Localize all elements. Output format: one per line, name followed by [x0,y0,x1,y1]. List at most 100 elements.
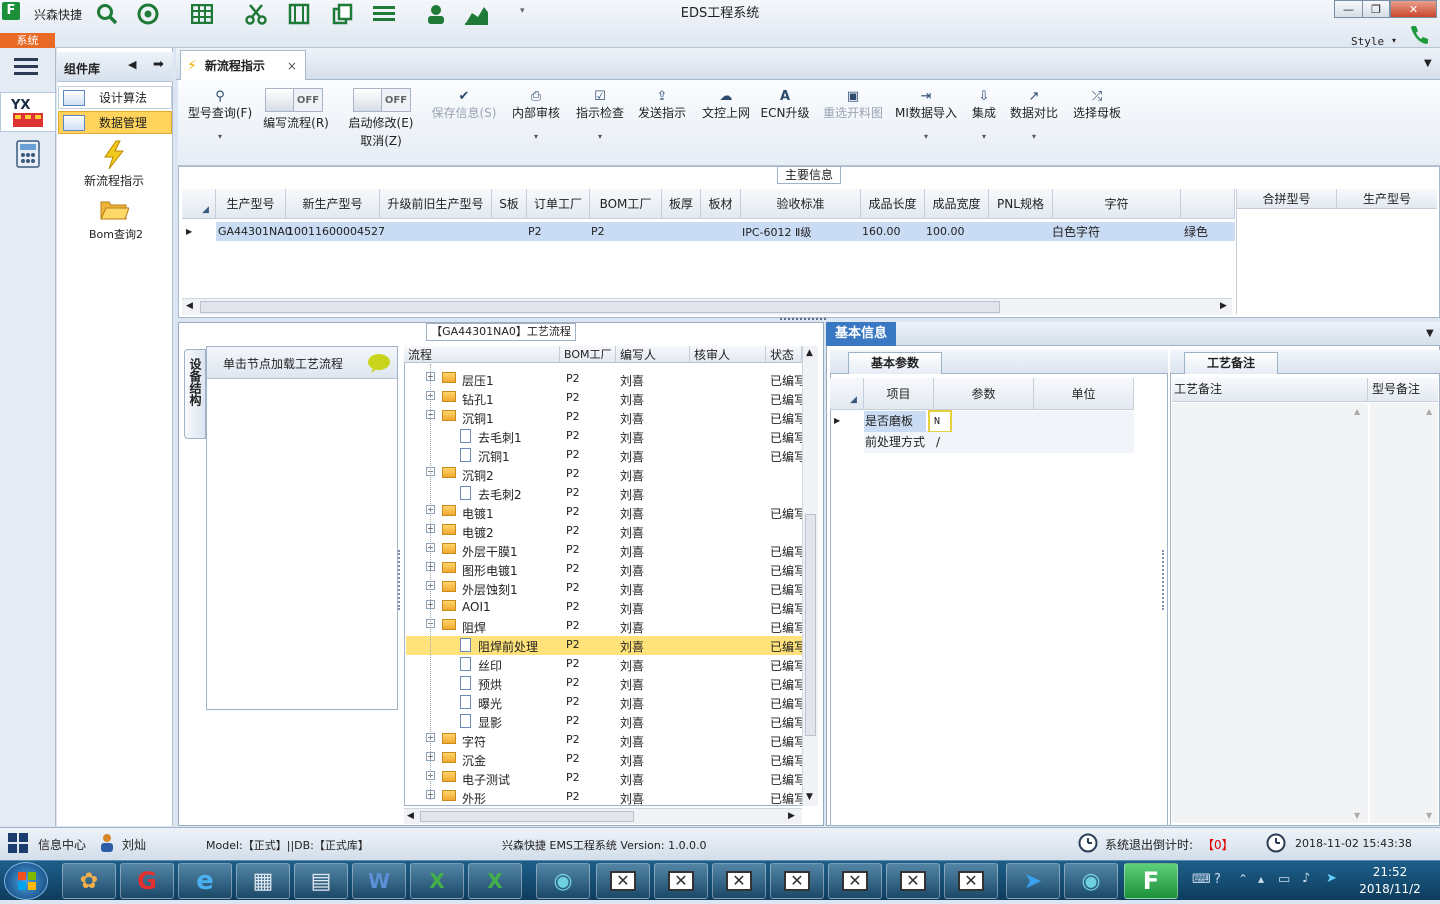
volume-tray-icon[interactable]: ♪ [1302,871,1310,886]
scroll-down-icon[interactable]: ▼ [1426,811,1432,820]
cell-unit[interactable] [1034,432,1134,453]
scroll-left-icon[interactable]: ◀ [186,301,193,311]
taskbar-x-window-icon[interactable]: ✕ [596,863,650,899]
col-new-model[interactable]: 新生产型号 [286,189,380,219]
reselect-cut-map-button[interactable]: ▣ 重选开料图 [818,80,888,166]
taskbar-x-window-icon[interactable]: ✕ [828,863,882,899]
menu-icon[interactable] [14,58,38,76]
taskbar-x-window-icon[interactable]: ✕ [654,863,708,899]
pin-icon[interactable]: ➡ [153,57,164,72]
save-info-button[interactable]: ✔ 保存信息(S) [428,80,500,166]
tray-expand-icon[interactable]: ⌃ [1238,872,1248,886]
col-order-factory[interactable]: 订单工厂 [527,189,590,219]
taskbar-app-red-icon[interactable]: G [120,863,174,899]
scroll-right-icon[interactable]: ▶ [1220,301,1227,311]
component-item-data-management[interactable]: 数据管理 [58,111,172,134]
scroll-right-icon[interactable]: ▶ [788,811,795,821]
taskbar-ie-icon[interactable]: e [178,863,232,899]
col-pnl[interactable]: PNL规格 [989,189,1053,219]
tree-row[interactable]: 丝印 P2 刘喜 已编写 [406,655,802,674]
ecn-upgrade-button[interactable]: A ECN升级 [760,80,810,166]
cell-unit[interactable] [1034,411,1134,432]
tool-new-flow[interactable]: 新流程指示 [84,172,144,189]
col-model-note[interactable]: 型号备注 [1368,378,1438,402]
lightning-icon[interactable] [100,140,128,170]
col-standard[interactable]: 验收标准 [741,189,861,219]
dropdown-arrow-icon[interactable]: ▾ [184,130,256,144]
dropdown-arrow-icon[interactable]: ▾ [508,130,564,144]
taskbar-excel-icon[interactable]: X [468,863,522,899]
tree-row[interactable]: 沉铜1 P2 刘喜 已编写 [406,446,802,465]
tab-list-dropdown-icon[interactable]: ▼ [1424,58,1432,69]
keyboard-tray-icon[interactable]: ⌨ [1192,872,1211,887]
tree-row[interactable]: + 电镀1 P2 刘喜 已编写 [406,503,802,522]
cell-param-rest[interactable] [952,411,1034,432]
tree-row[interactable]: − 沉铜1 P2 刘喜 已编写 [406,408,802,427]
col-craft-note[interactable]: 工艺备注 [1172,378,1368,402]
tree-horizontal-scrollbar[interactable]: ◀ ▶ [404,808,802,824]
col-reviewer[interactable]: 核审人 [690,346,766,363]
taskbar-x-window-icon[interactable]: ✕ [770,863,824,899]
tree-row[interactable]: + 外层蚀刻1 P2 刘喜 已编写 [406,579,802,598]
component-item-design[interactable]: 设计算法 [58,86,172,109]
scroll-up-icon[interactable]: ▲ [1354,407,1360,416]
minimize-button[interactable]: — [1334,0,1363,18]
calculator-icon[interactable] [14,140,42,170]
main-horizontal-scrollbar[interactable]: ◀ ▶ [182,298,1232,315]
splitter-handle[interactable] [1162,550,1168,610]
table-row[interactable]: GA44301NA0 10011600004527 P2 P2 IPC-6012… [216,222,1235,241]
cell-param-input[interactable]: N [928,410,952,433]
col-param[interactable]: 参数 [934,378,1034,410]
tree-vertical-scrollbar[interactable]: ▲ ▼ [802,346,818,806]
instruction-check-button[interactable]: ☑ 指示检查 ▾ [572,80,628,166]
col-status[interactable]: 状态 [766,346,802,363]
tree-row[interactable]: + 外形 P2 刘喜 已编写 [406,788,802,807]
dropdown-arrow-icon[interactable]: ▾ [1008,130,1060,144]
cell-param[interactable]: / [934,432,1034,453]
scroll-down-icon[interactable]: ▼ [806,792,813,802]
doc-upload-button[interactable]: ☁ 文控上网 [696,80,756,166]
taskbar-excel-icon[interactable]: X [410,863,464,899]
tree-row[interactable]: + 层压1 P2 刘喜 已编写 [406,370,802,389]
tab-new-flow-instruction[interactable]: ⚡ 新流程指示 × [180,50,306,80]
taskbar-chat-icon[interactable]: ➤ [1006,863,1060,899]
model-query-button[interactable]: ⚲ 型号查询(F) ▾ [184,80,256,166]
panel-dropdown-icon[interactable]: ▼ [1426,328,1434,339]
cancel-button[interactable]: 取消(Z) [342,132,420,152]
messenger-tray-icon[interactable]: ➤ [1326,871,1337,886]
scroll-thumb[interactable] [805,514,816,736]
taskbar-eds-app-icon[interactable]: F [1124,863,1178,899]
dropdown-arrow-icon[interactable]: ▾ [892,130,960,144]
tab-basic-params[interactable]: 基本参数 [848,352,942,374]
col-bom-factory[interactable]: BOM工厂 [590,189,662,219]
col-item[interactable]: 项目 [864,378,934,410]
tree-row[interactable]: + AOI1 P2 刘喜 已编写 [406,598,802,617]
mi-import-button[interactable]: ⇥ MI数据导入 ▾ [892,80,960,166]
tab-close-icon[interactable]: × [287,59,297,73]
data-compare-button[interactable]: ↗ 数据对比 ▾ [1008,80,1060,166]
scroll-down-icon[interactable]: ▼ [1354,811,1360,820]
select-mother-board-button[interactable]: ⤮ 选择母板 [1070,80,1124,166]
tree-row[interactable]: − 阻焊 P2 刘喜 已编写 [406,617,802,636]
tree-row[interactable]: 去毛刺2 P2 刘喜 [406,484,802,503]
tree-row[interactable]: 显影 P2 刘喜 已编写 [406,712,802,731]
write-flow-toggle[interactable]: OFF [265,88,323,112]
windows-grid-icon[interactable] [8,833,28,853]
col-length[interactable]: 成品长度 [861,189,925,219]
col-thickness[interactable]: 板厚 [662,189,701,219]
tree-row[interactable]: + 外层干膜1 P2 刘喜 已编写 [406,541,802,560]
tree-row[interactable]: + 电子测试 P2 刘喜 已编写 [406,769,802,788]
table-row[interactable]: 前处理方式 / [864,432,1134,453]
basic-info-title[interactable]: 基本信息 [826,322,896,346]
tree-row[interactable]: − 沉铜2 P2 刘喜 [406,465,802,484]
scroll-thumb[interactable] [200,301,1000,313]
tree-row[interactable]: 曝光 P2 刘喜 已编写 [406,693,802,712]
col-char[interactable]: 字符 [1053,189,1181,219]
info-center-link[interactable]: 信息中心 [38,836,86,853]
scroll-up-icon[interactable]: ▲ [1426,407,1432,416]
collapse-left-icon[interactable]: ◀ [128,58,136,71]
col-old-model[interactable]: 升级前旧生产型号 [380,189,492,219]
table-row[interactable]: 是否磨板 N [864,410,1134,433]
col-bom-factory[interactable]: BOM工厂 [560,346,616,363]
col-flow[interactable]: 流程 [404,346,560,363]
